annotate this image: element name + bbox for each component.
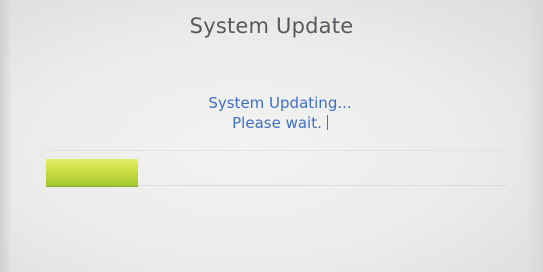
page-title: System Update <box>189 14 354 38</box>
status-line-wait: Please wait. <box>232 114 322 132</box>
status-line-wait-wrapper: Please wait. <box>150 113 410 133</box>
status-line-updating: System Updating... <box>208 94 352 112</box>
progress-bar-fill <box>46 159 138 187</box>
bezel-right-edge <box>525 0 543 272</box>
update-screen: System Update System Updating... Please … <box>0 0 543 272</box>
bezel-left-edge <box>0 0 12 272</box>
text-cursor <box>326 115 328 130</box>
progress-bar <box>46 150 508 187</box>
status-message: System Updating... Please wait. <box>150 93 410 133</box>
